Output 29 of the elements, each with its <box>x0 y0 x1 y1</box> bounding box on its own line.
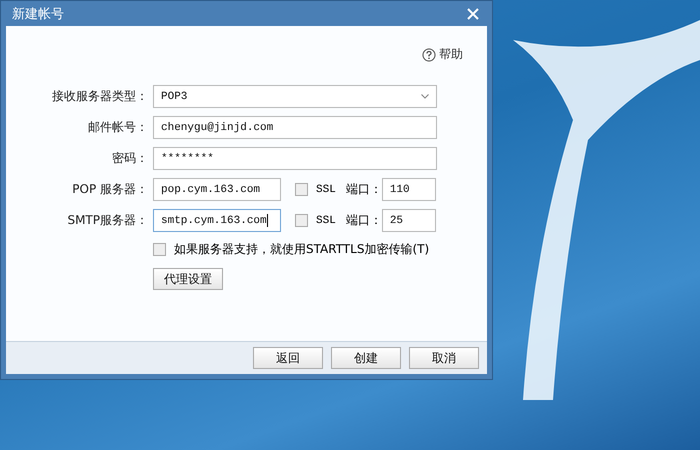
server-field[interactable]: smtp.cym.163.com <box>153 209 281 232</box>
field-label: POP 服务器： <box>71 181 148 198</box>
dialog-button[interactable]: 返回 <box>253 347 323 369</box>
port-field[interactable]: 25 <box>382 209 436 232</box>
port-label: 端口： <box>346 212 382 229</box>
help-link[interactable]: 帮助 <box>422 46 463 63</box>
text-field[interactable]: chenygu@jinjd.com <box>153 116 437 139</box>
server-type-dropdown[interactable]: POP3 <box>153 85 437 108</box>
proxy-settings-button[interactable]: 代理设置 <box>153 268 223 290</box>
port-field[interactable]: 110 <box>382 178 436 201</box>
close-button[interactable] <box>465 6 481 22</box>
ssl-checkbox[interactable] <box>295 183 308 196</box>
field-label: 邮件帐号： <box>87 119 148 136</box>
help-icon <box>422 48 436 62</box>
dialog-button[interactable]: 创建 <box>331 347 401 369</box>
starttls-checkbox[interactable] <box>153 242 166 256</box>
server-field[interactable]: pop.cym.163.com <box>153 178 281 201</box>
chevron-down-icon <box>421 94 429 99</box>
window-title: 新建帐号 <box>11 6 64 22</box>
ssl-label: SSL <box>316 184 336 196</box>
dialog-button[interactable]: 取消 <box>409 347 479 369</box>
port-label: 端口： <box>346 181 382 198</box>
field-label: 密码： <box>111 150 148 167</box>
ssl-label: SSL <box>316 214 336 226</box>
field-label: SMTP服务器： <box>66 212 148 229</box>
ssl-checkbox[interactable] <box>295 214 308 227</box>
starttls-label: 如果服务器支持，就使用STARTTLS加密传输(T) <box>174 240 430 258</box>
text-field[interactable]: ******** <box>153 147 437 170</box>
field-label: 接收服务器类型： <box>51 88 148 105</box>
